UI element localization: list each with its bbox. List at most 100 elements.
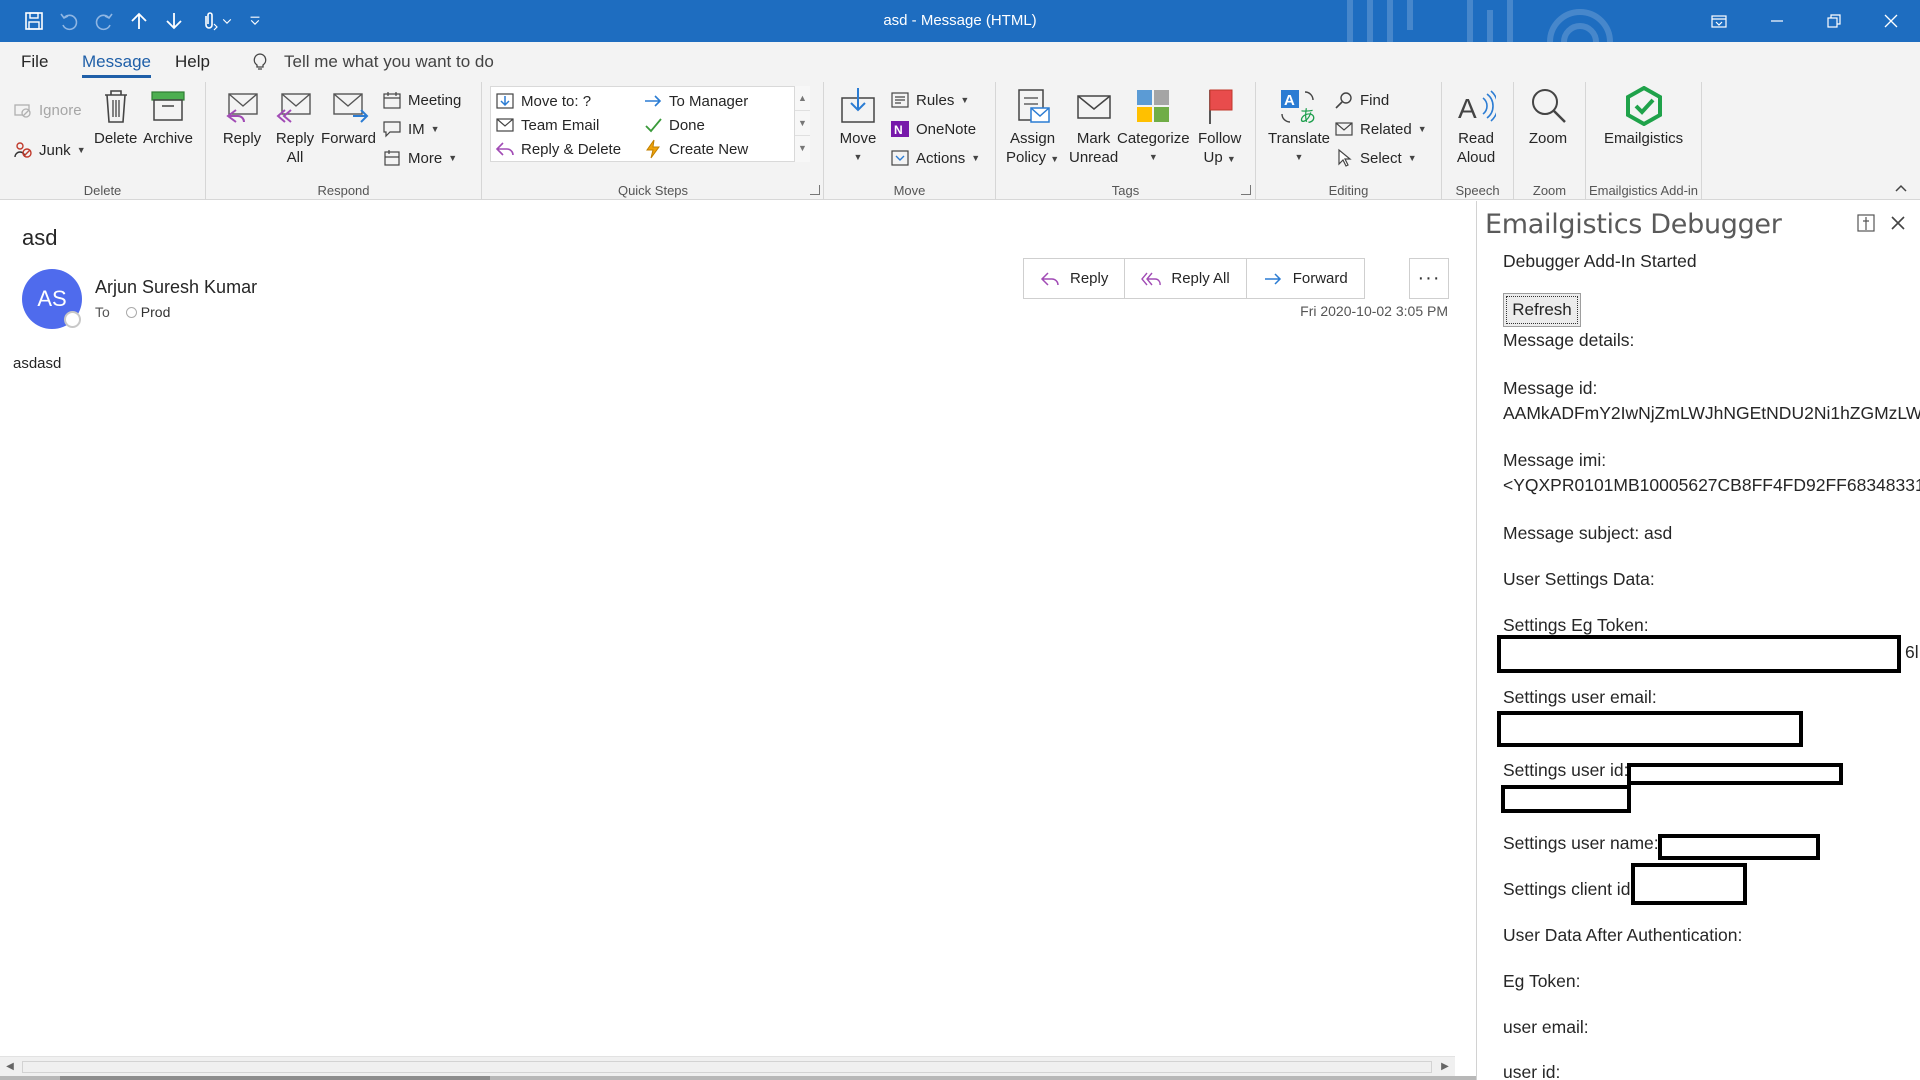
move-label: Move	[839, 130, 877, 147]
chevron-down-icon: ▼	[960, 95, 970, 105]
refresh-button[interactable]: Refresh	[1503, 293, 1581, 327]
ignore-button[interactable]: Ignore	[13, 98, 82, 122]
meeting-button[interactable]: Meeting	[382, 88, 461, 112]
redaction-box	[1501, 785, 1631, 813]
restore-icon[interactable]	[1811, 0, 1857, 42]
forward-button[interactable]: Forward	[321, 86, 376, 148]
flag-icon	[1208, 89, 1233, 124]
chevron-down-icon[interactable]	[214, 0, 240, 42]
envelope-icon	[496, 118, 514, 132]
message-action-bar: Reply Reply All Forward	[1023, 258, 1365, 299]
follow-up-label-2: Up ▼	[1204, 148, 1236, 169]
reply-button[interactable]: Reply	[222, 86, 262, 148]
pin-icon[interactable]	[1856, 213, 1876, 233]
tab-file[interactable]: File	[21, 42, 48, 82]
onenote-button[interactable]: N OneNote	[890, 117, 976, 141]
ribbon-group-respond: Reply Reply All Forward Meeting IM ▼ More…	[206, 82, 482, 200]
settings-user-name-label: Settings user name:	[1503, 833, 1659, 853]
undo-icon[interactable]	[52, 0, 86, 42]
quick-steps-scroll[interactable]: ▲ ▼ ▼	[794, 86, 810, 162]
scroll-left-icon[interactable]: ◀	[0, 1057, 20, 1077]
move-button[interactable]: Move ▼	[838, 86, 878, 167]
forward-action-button[interactable]: Forward	[1247, 259, 1364, 298]
redaction-box	[1497, 711, 1803, 747]
archive-button[interactable]: Archive	[143, 86, 193, 148]
checkmark-icon	[645, 118, 662, 133]
reply-all-icon	[1141, 272, 1162, 285]
ribbon-group-speech: A Read Aloud Speech	[1442, 82, 1514, 200]
ribbon-group-move: Move ▼ Rules ▼ N OneNote Actions ▼ Move	[824, 82, 996, 200]
more-respond-button[interactable]: More ▼	[382, 146, 457, 170]
collapse-ribbon-icon[interactable]	[1894, 181, 1908, 195]
group-label-editing: Editing	[1328, 183, 1369, 198]
find-button[interactable]: Find	[1334, 88, 1389, 112]
junk-button[interactable]: Junk ▼	[13, 138, 86, 162]
more-actions-button[interactable]: ···	[1409, 258, 1449, 299]
ribbon-display-options-icon[interactable]	[1696, 0, 1742, 42]
down-arrow-icon[interactable]	[157, 0, 191, 42]
settings-client-id-label: Settings client id	[1503, 879, 1631, 899]
scrollbar-thumb[interactable]	[22, 1061, 1432, 1073]
save-icon[interactable]	[17, 0, 51, 42]
emailgistics-button[interactable]: Emailgistics	[1604, 86, 1683, 148]
delete-button[interactable]: Delete	[94, 86, 137, 148]
tell-me-search[interactable]: Tell me what you want to do	[250, 42, 494, 82]
assign-policy-button[interactable]: Assign Policy ▼	[1006, 86, 1059, 169]
select-button[interactable]: Select ▼	[1334, 146, 1417, 170]
mark-unread-button[interactable]: Mark Unread	[1069, 86, 1118, 167]
actions-button[interactable]: Actions ▼	[890, 146, 980, 170]
im-button[interactable]: IM ▼	[382, 117, 440, 141]
rules-icon	[891, 92, 909, 108]
tags-launcher-icon[interactable]	[1241, 185, 1251, 195]
assign-policy-label-1: Assign	[1010, 130, 1056, 147]
horizontal-scrollbar[interactable]: ◀ ▶	[0, 1056, 1455, 1076]
close-pane-icon[interactable]	[1888, 213, 1908, 233]
tab-message[interactable]: Message	[82, 42, 151, 82]
translate-button[interactable]: Aあ Translate ▼	[1268, 86, 1330, 167]
meeting-label: Meeting	[408, 91, 462, 109]
find-icon	[1335, 92, 1352, 109]
group-label-tags: Tags	[1111, 183, 1140, 198]
quick-step-reply-delete[interactable]: Reply & Delete	[495, 137, 621, 161]
avatar[interactable]: AS	[22, 269, 82, 329]
scroll-up-icon[interactable]: ▲	[795, 86, 810, 111]
reply-all-action-button[interactable]: Reply All	[1125, 259, 1247, 298]
customize-qat-icon[interactable]	[240, 0, 270, 42]
message-id-label: Message id:	[1503, 378, 1598, 398]
redaction-box	[1658, 834, 1820, 860]
reply-action-button[interactable]: Reply	[1024, 259, 1126, 298]
quick-step-create-new[interactable]: Create New	[643, 137, 748, 161]
redo-icon[interactable]	[87, 0, 121, 42]
scroll-right-icon[interactable]: ▶	[1435, 1057, 1455, 1077]
close-window-icon[interactable]	[1868, 0, 1914, 42]
quick-step-done[interactable]: Done	[643, 113, 705, 137]
expand-gallery-icon[interactable]: ▼	[795, 136, 810, 161]
redaction-box	[1631, 863, 1747, 905]
up-arrow-icon[interactable]	[122, 0, 156, 42]
svg-text:N: N	[894, 123, 903, 137]
reply-all-action-label: Reply All	[1171, 270, 1230, 287]
follow-up-button[interactable]: Follow Up ▼	[1198, 86, 1241, 169]
tab-help[interactable]: Help	[175, 42, 210, 82]
related-label: Related	[1360, 120, 1412, 138]
recipient-name[interactable]: Prod	[141, 304, 171, 320]
ignore-label: Ignore	[39, 101, 82, 119]
minimize-icon[interactable]	[1754, 0, 1800, 42]
zoom-button[interactable]: Zoom	[1528, 86, 1568, 148]
reply-all-button[interactable]: Reply All	[275, 86, 315, 167]
quick-step-move-to[interactable]: Move to: ?	[495, 89, 591, 113]
im-icon	[383, 121, 401, 138]
quick-step-team-email[interactable]: Team Email	[495, 113, 599, 137]
read-aloud-button[interactable]: A Read Aloud	[1456, 86, 1496, 167]
archive-label: Archive	[143, 130, 194, 147]
message-imi-value: <YQXPR0101MB10005627CB8FF4FD92FF68348331…	[1503, 475, 1920, 495]
sender-name[interactable]: Arjun Suresh Kumar	[95, 277, 257, 298]
scroll-down-icon[interactable]: ▼	[795, 111, 810, 136]
related-button[interactable]: Related ▼	[1334, 117, 1427, 141]
quick-step-label: Team Email	[521, 116, 600, 134]
rules-button[interactable]: Rules ▼	[890, 88, 969, 112]
message-date: Fri 2020-10-02 3:05 PM	[1300, 303, 1448, 319]
quick-step-label: Done	[669, 116, 705, 134]
quick-step-to-manager[interactable]: To Manager	[643, 89, 748, 113]
categorize-button[interactable]: Categorize ▼	[1117, 86, 1190, 167]
